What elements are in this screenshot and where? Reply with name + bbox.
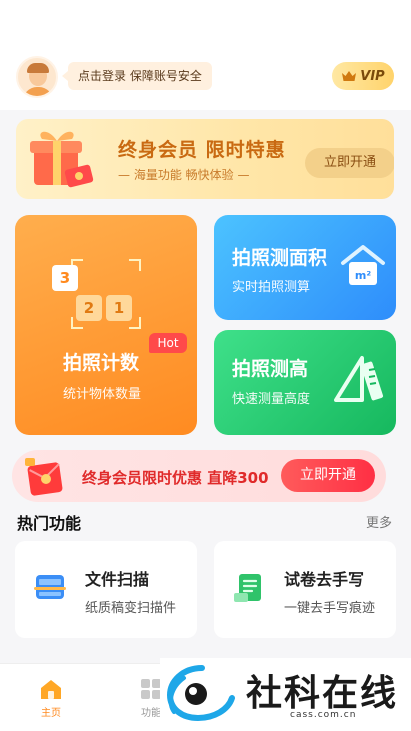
photo-count-card[interactable]: 3 2 1 拍照计数 统计物体数量	[15, 215, 197, 435]
vip-promo-banner[interactable]: 终身会员 限时特惠 — 海量功能 畅快体验 — 立即开通	[16, 119, 394, 199]
remove-handwriting-title: 试卷去手写	[284, 570, 365, 589]
vip-label: VIP	[360, 68, 385, 84]
watermark-logo-icon	[166, 665, 235, 722]
promo-subtitle: — 海量功能 畅快体验 —	[118, 168, 250, 182]
area-card-title: 拍照测面积	[232, 247, 328, 269]
tab-functions-label: 功能	[141, 708, 161, 719]
count-digit: 2	[76, 295, 102, 321]
promo-title: 终身会员 限时特惠	[118, 139, 286, 161]
count-digit: 3	[52, 265, 78, 291]
home-icon	[41, 680, 61, 699]
photo-area-card[interactable]: 拍照测面积 实时拍照测算 m²	[214, 215, 396, 320]
avatar[interactable]	[16, 56, 58, 98]
house-area-icon: m²	[341, 245, 385, 285]
discount-open-button[interactable]: 立即开通	[281, 459, 375, 492]
crown-icon	[342, 71, 357, 81]
file-scan-card[interactable]: 文件扫描 纸质稿变扫描件	[15, 541, 197, 638]
login-tip[interactable]: 点击登录 保障账号安全	[62, 62, 212, 90]
file-scan-desc: 纸质稿变扫描件	[85, 601, 177, 616]
remove-handwriting-desc: 一键去手写痕迹	[284, 601, 376, 616]
remove-handwriting-card[interactable]: 试卷去手写 一键去手写痕迹	[214, 541, 396, 638]
count-card-title: 拍照计数	[63, 352, 140, 374]
ruler-triangle-icon	[334, 356, 384, 402]
paper-icon	[234, 574, 261, 602]
hot-badge: Hot	[149, 333, 187, 353]
height-card-title: 拍照测高	[232, 358, 309, 380]
gift-icon	[30, 131, 94, 188]
photo-height-card[interactable]: 拍照测高 快速测量高度	[214, 330, 396, 435]
scan-icon	[34, 575, 66, 599]
watermark-name: 社科在线	[246, 673, 399, 714]
height-card-desc: 快速测量高度	[232, 392, 311, 407]
tab-home[interactable]: 主页	[21, 678, 81, 719]
watermark: 社科在线 cass.com.cn	[160, 658, 411, 731]
promo-open-button[interactable]: 立即开通	[305, 148, 394, 178]
count-digit: 1	[106, 295, 132, 321]
tab-home-label: 主页	[41, 708, 61, 719]
discount-text: 终身会员限时优惠 直降300	[82, 469, 269, 487]
hot-features-title: 热门功能	[17, 514, 82, 533]
header: 点击登录 保障账号安全 VIP	[0, 0, 411, 110]
count-card-desc: 统计物体数量	[63, 387, 142, 402]
area-card-desc: 实时拍照测算	[232, 280, 311, 295]
red-envelope-icon	[25, 458, 63, 496]
vip-discount-strip[interactable]: 终身会员限时优惠 直降300 立即开通	[12, 450, 386, 502]
watermark-domain: cass.com.cn	[290, 710, 357, 720]
more-link[interactable]: 更多	[366, 512, 392, 531]
area-unit-label: m²	[355, 269, 371, 282]
vip-badge[interactable]: VIP	[332, 62, 394, 90]
file-scan-title: 文件扫描	[85, 570, 150, 589]
